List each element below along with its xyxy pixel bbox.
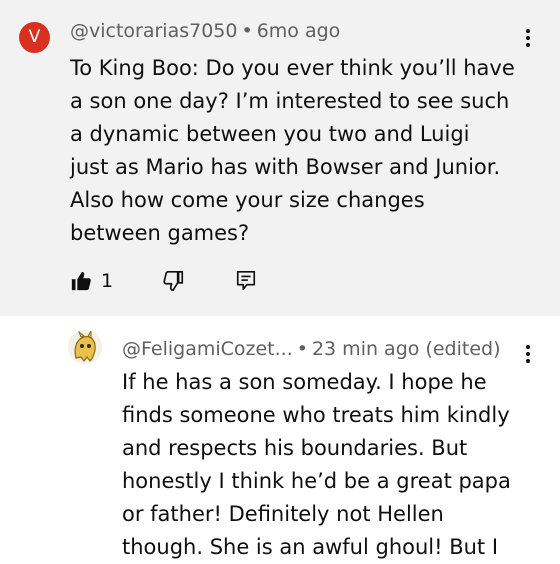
reply-line: honestly I think he’d be a great papa <box>122 469 511 493</box>
reply-line: and respects his boundaries. But <box>122 436 468 460</box>
avatar[interactable]: V <box>19 22 50 53</box>
comment-actions: 1 <box>70 266 257 296</box>
comment-line: just as Mario has with Bowser and Junior… <box>70 155 501 179</box>
reply-timestamp[interactable]: 23 min ago (edited) <box>312 338 501 360</box>
like-button[interactable]: 1 <box>70 270 113 292</box>
reply-comment-icon <box>237 271 256 291</box>
thumbs-up-filled-icon <box>71 271 91 291</box>
reply-button[interactable] <box>235 270 257 292</box>
reply-line: finds someone who treats him kindly <box>122 403 510 427</box>
dislike-button[interactable] <box>163 270 185 292</box>
comment-line: a dynamic between you two and Luigi <box>70 122 470 146</box>
comment-line: between games? <box>70 221 250 245</box>
header-separator: • <box>241 20 253 42</box>
like-count: 1 <box>101 270 114 292</box>
comment-body: To King Boo: Do you ever think you’ll ha… <box>70 52 515 250</box>
comment-header: @victorarias7050 • 6mo ago <box>70 20 340 42</box>
reply-body: If he has a son someday. I hope he finds… <box>122 366 511 564</box>
more-vert-icon[interactable] <box>518 23 538 53</box>
comment-author[interactable]: @victorarias7050 <box>70 20 237 42</box>
reply-line: though. She is an awful ghoul! But I <box>122 535 499 559</box>
avatar-letter: V <box>28 27 41 47</box>
reply-line: or father! Definitely not Hellen <box>122 502 444 526</box>
ghost-avatar-icon <box>68 330 102 364</box>
comment-timestamp[interactable]: 6mo ago <box>257 20 341 42</box>
thumbs-down-icon <box>163 271 184 291</box>
comment-line: a son one day? I’m interested to see suc… <box>70 89 510 113</box>
reply-avatar[interactable] <box>68 330 102 364</box>
header-separator: • <box>296 338 308 360</box>
reply-line: If he has a son someday. I hope he <box>122 370 487 394</box>
highlighted-comment: V @victorarias7050 • 6mo ago To King Boo: … <box>0 0 560 316</box>
comment-line: To King Boo: Do you ever think you’ll ha… <box>70 56 515 80</box>
reply-author[interactable]: @FeligamiCozet... <box>122 338 293 360</box>
reply-header: @FeligamiCozet... • 23 min ago (edited) <box>122 338 500 360</box>
more-vert-icon[interactable] <box>518 339 538 369</box>
comment-line: Also how come your size changes <box>70 188 425 212</box>
